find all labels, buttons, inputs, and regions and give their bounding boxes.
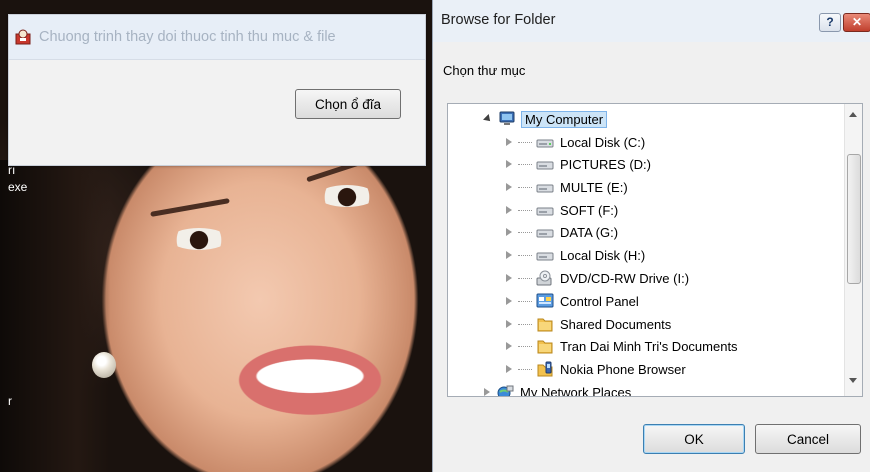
drive-icon [536,134,554,150]
drive-icon [536,179,554,195]
tree-item-label: Nokia Phone Browser [560,361,686,377]
tree-item-my-network-places[interactable]: My Network Places [484,381,632,397]
desktop-icon-label: exe [8,180,28,194]
drive-icon [536,202,554,218]
tree-item-data-g[interactable]: DATA (G:) [506,221,618,243]
computer-icon [498,111,516,127]
tree-connector [518,186,532,188]
tree-item-label: Tran Dai Minh Tri's Documents [560,338,738,354]
help-button[interactable]: ? [819,13,841,32]
tree-item-dvd-drive-i[interactable]: DVD/CD-RW Drive (I:) [506,267,689,289]
tree-item-label: DVD/CD-RW Drive (I:) [560,270,690,286]
expand-arrow-icon[interactable] [506,183,512,191]
tree-item-label: Control Panel [560,293,639,309]
tree-item-shared-documents[interactable]: Shared Documents [506,313,671,335]
photo-smile [232,345,382,423]
tree-item-label: Local Disk (C:) [560,134,646,150]
expand-arrow-icon[interactable] [506,365,512,373]
expand-arrow-icon[interactable] [506,138,512,146]
tree-item-my-computer[interactable]: My Computer [483,108,608,130]
tree-connector [518,345,532,347]
tree-item-label: Local Disk (H:) [560,247,646,263]
photo-eye-right [318,185,376,207]
expand-arrow-icon[interactable] [506,274,512,282]
folder-icon [536,316,554,332]
close-button[interactable]: ✕ [843,13,870,32]
tree-item-local-disk-h[interactable]: Local Disk (H:) [506,244,645,266]
expand-arrow-icon[interactable] [506,228,512,236]
control-panel-icon [536,293,554,309]
cd-drive-icon [536,270,554,286]
tree-scrollbar[interactable] [844,104,862,396]
network-icon [496,384,514,396]
browse-folder-dialog: Browse for Folder ? ✕ Chọn thư mục My Co… [432,0,870,472]
app-titlebar[interactable]: Chuong trinh thay doi thuoc tinh thu muc… [9,15,425,60]
tree-item-label: PICTURES (D:) [560,156,651,172]
expand-arrow-icon[interactable] [483,114,493,124]
phone-browser-icon [536,361,554,377]
ok-button[interactable]: OK [643,424,745,454]
tree-connector [518,163,532,165]
app-icon [15,29,31,45]
tree-connector [518,141,532,143]
tree-connector [518,277,532,279]
tree-item-soft-f[interactable]: SOFT (F:) [506,199,618,221]
expand-arrow-icon[interactable] [506,251,512,259]
tree-connector [518,209,532,211]
desktop-icon-label: r [8,394,12,408]
expand-arrow-icon[interactable] [506,160,512,168]
photo-eye-left [170,228,228,250]
tree-connector [518,368,532,370]
photo-earring [92,352,116,378]
tree-connector [518,231,532,233]
drive-icon [536,156,554,172]
scroll-down-arrow-icon[interactable] [849,378,857,383]
folder-tree[interactable]: My Computer Local Disk (C:) PICTURES (D:… [447,103,863,397]
expand-arrow-icon[interactable] [484,388,490,396]
tree-item-control-panel[interactable]: Control Panel [506,290,639,312]
scroll-up-arrow-icon[interactable] [849,112,857,117]
expand-arrow-icon[interactable] [506,206,512,214]
tree-connector [518,323,532,325]
folder-icon [536,338,554,354]
photo-hair [0,160,110,472]
tree-item-multe-e[interactable]: MULTE (E:) [506,176,628,198]
expand-arrow-icon[interactable] [506,342,512,350]
choose-drive-button[interactable]: Chọn ổ đĩa [295,89,401,119]
dialog-title: Browse for Folder [441,12,556,28]
photo-eyebrow-left [150,198,230,217]
tree-item-label: MULTE (E:) [560,179,628,195]
tree-connector [518,254,532,256]
tree-item-nokia-phone-browser[interactable]: Nokia Phone Browser [506,358,686,380]
tree-item-user-documents[interactable]: Tran Dai Minh Tri's Documents [506,335,738,357]
expand-arrow-icon[interactable] [506,320,512,328]
tree-item-label: My Computer [520,110,608,128]
scrollbar-thumb[interactable] [847,154,861,284]
tree-item-label: Shared Documents [560,316,672,332]
drive-icon [536,247,554,263]
tree-item-label: My Network Places [520,384,632,397]
tree-item-label: DATA (G:) [560,224,619,240]
app-window: Chuong trinh thay doi thuoc tinh thu muc… [8,14,426,166]
tree-item-label: SOFT (F:) [560,202,619,218]
tree-item-local-disk-c[interactable]: Local Disk (C:) [506,131,645,153]
drive-icon [536,224,554,240]
expand-arrow-icon[interactable] [506,297,512,305]
dialog-titlebar[interactable]: Browse for Folder ? ✕ [433,0,870,42]
cancel-button[interactable]: Cancel [755,424,861,454]
tree-item-pictures-d[interactable]: PICTURES (D:) [506,153,651,175]
dialog-instruction: Chọn thư mục [443,63,526,78]
app-title: Chuong trinh thay doi thuoc tinh thu muc… [39,29,336,45]
tree-connector [518,300,532,302]
